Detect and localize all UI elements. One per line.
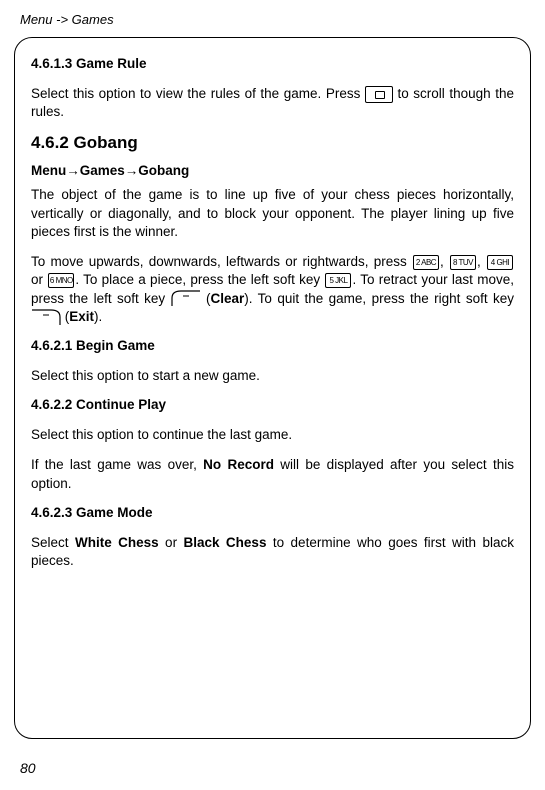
left-soft-key-icon [171,290,201,307]
gobang-controls: To move upwards, downwards, leftwards or… [31,253,514,326]
section-4-6-2-2-heading: 4.6.2.2 Continue Play [31,397,514,412]
text: ). To quit the game, press the right sof… [244,291,514,306]
breadcrumb: Menu→Games→Gobang [31,163,514,178]
text: . To place a piece, press the left soft … [75,272,324,287]
section-4-6-2-3-body: Select White Chess or Black Chess to det… [31,534,514,570]
key-label: 8 TUV [451,256,475,269]
key-5-icon: 5 JKL [325,273,351,288]
section-4-6-2-heading: 4.6.2 Gobang [31,133,514,153]
clear-label: Clear [210,291,244,306]
arrow-icon: → [66,163,80,178]
key-label: 5 JKL [326,274,350,287]
text: Select this option to view the rules of … [31,86,365,101]
key-label: 6 MNO [49,274,73,287]
nav-key-icon [365,86,393,103]
text: , [477,254,486,269]
key-4-icon: 4 GHI [487,255,513,270]
arrow-icon: → [125,163,139,178]
breadcrumb-menu: Menu [31,163,66,178]
breadcrumb-gobang: Gobang [138,163,189,178]
section-4-6-2-2-body2: If the last game was over, No Record wil… [31,456,514,492]
section-4-6-1-3-body: Select this option to view the rules of … [31,85,514,121]
section-4-6-2-2-body: Select this option to continue the last … [31,426,514,444]
section-4-6-2-3-heading: 4.6.2.3 Game Mode [31,505,514,520]
text: or [159,535,184,550]
section-4-6-1-3-heading: 4.6.1.3 Game Rule [31,56,514,71]
exit-label: Exit [69,309,94,324]
no-record-label: No Record [203,457,274,472]
key-label: 2 ABC [414,256,438,269]
text: or [31,272,47,287]
text: , [440,254,449,269]
breadcrumb-games: Games [80,163,125,178]
black-chess-label: Black Chess [183,535,266,550]
text: If the last game was over, [31,457,203,472]
key-label: 4 GHI [488,256,512,269]
text: ). [94,309,102,324]
white-chess-label: White Chess [75,535,159,550]
key-2-icon: 2 ABC [413,255,439,270]
text: To move upwards, downwards, leftwards or… [31,254,412,269]
page-number: 80 [20,760,36,776]
text: Select [31,535,75,550]
key-8-icon: 8 TUV [450,255,476,270]
content-frame: 4.6.1.3 Game Rule Select this option to … [14,37,531,739]
key-6-icon: 6 MNO [48,273,74,288]
section-4-6-2-1-body: Select this option to start a new game. [31,367,514,385]
text: ( [61,309,69,324]
page-header: Menu -> Games [0,0,545,27]
text: ( [201,291,211,306]
gobang-intro: The object of the game is to line up fiv… [31,186,514,241]
section-4-6-2-1-heading: 4.6.2.1 Begin Game [31,338,514,353]
right-soft-key-icon [31,309,61,326]
